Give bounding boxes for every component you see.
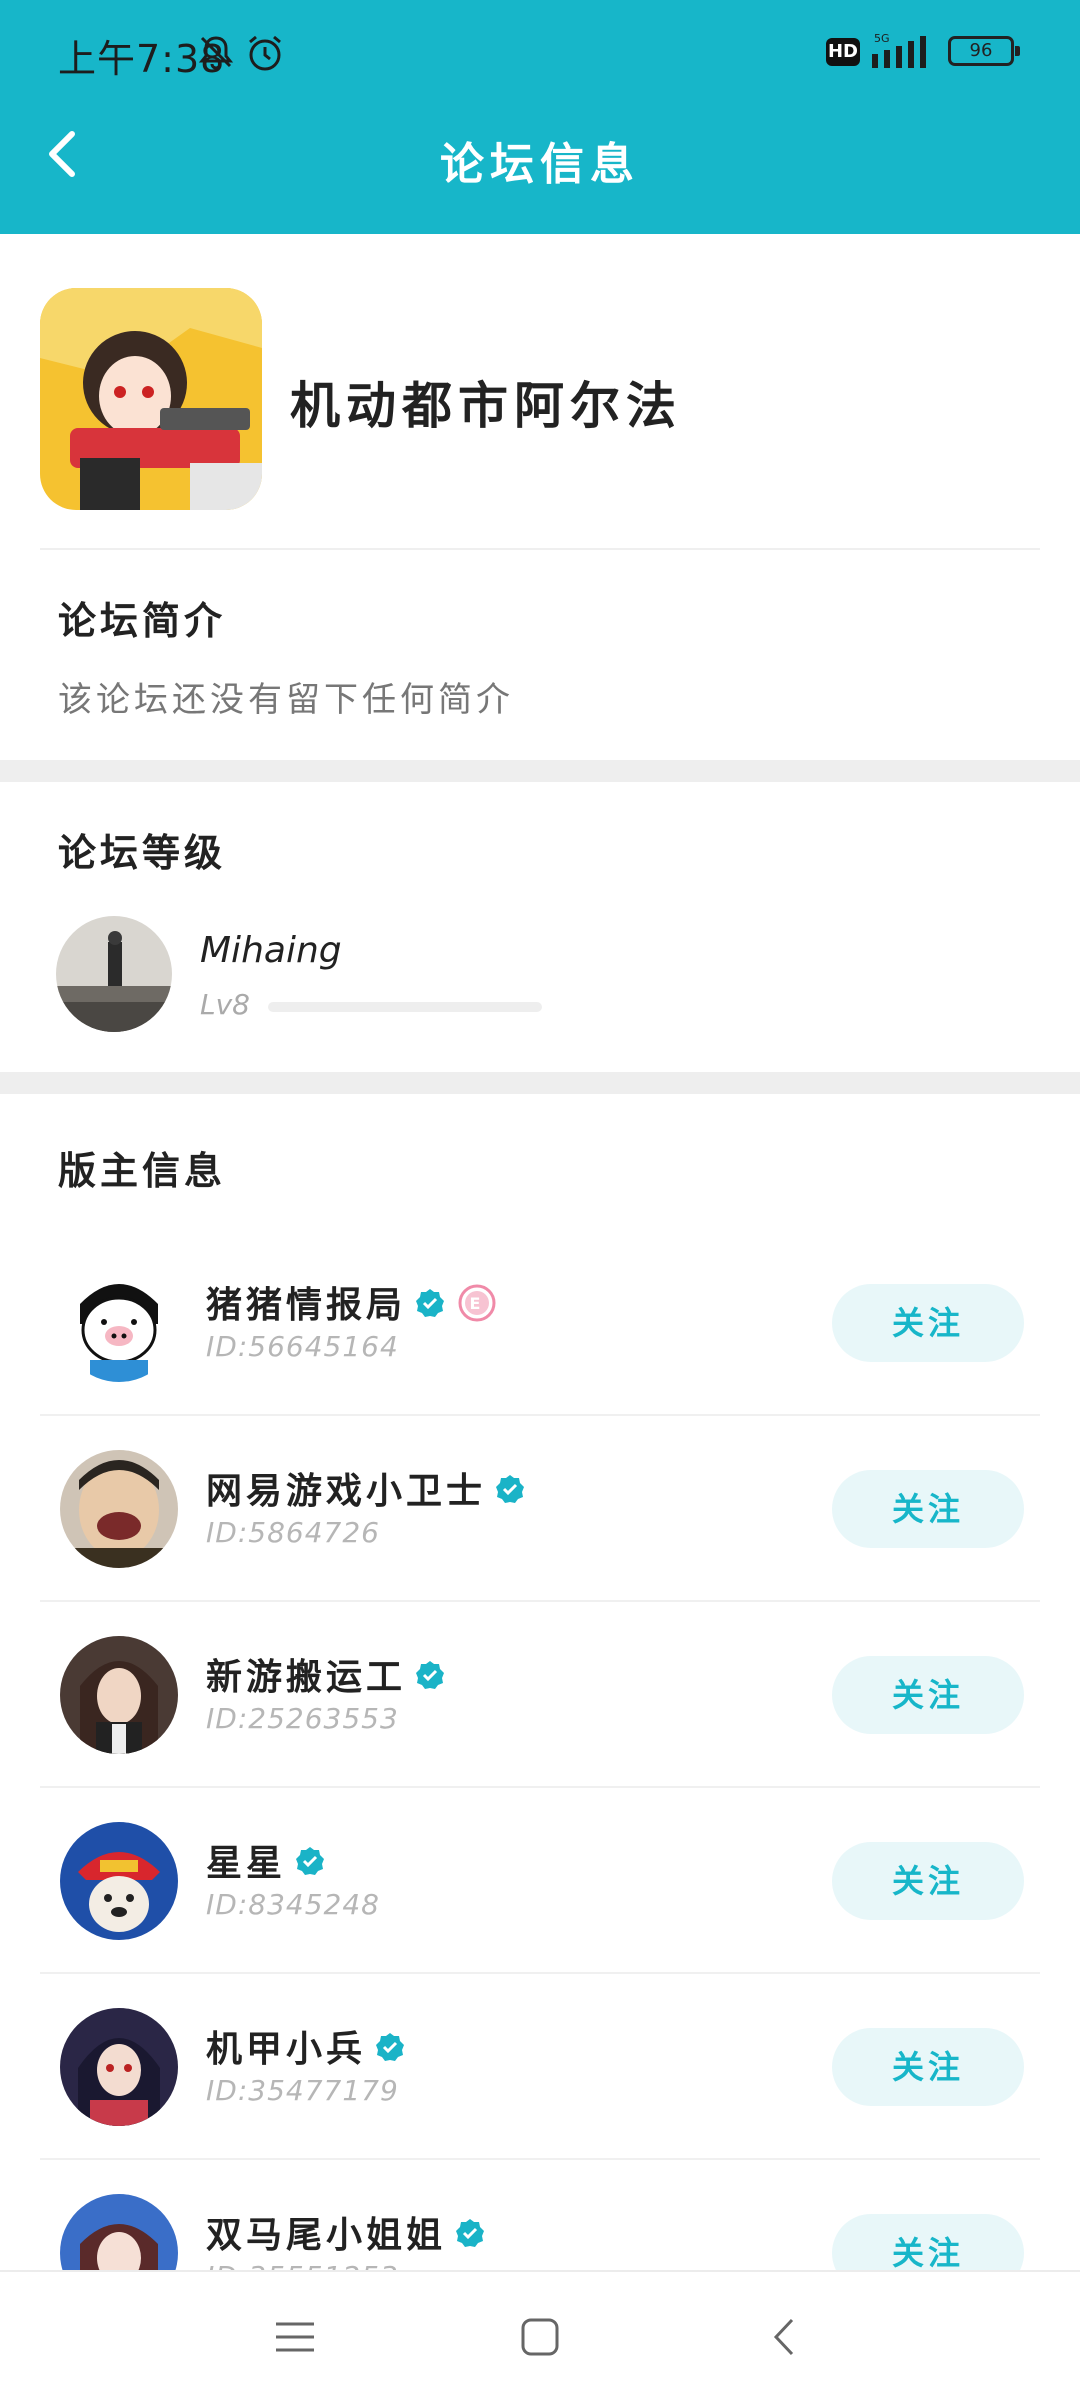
follow-button[interactable]: 关注 [832, 1842, 1024, 1920]
forum-name: 机动都市阿尔法 [290, 377, 682, 435]
list-item[interactable]: 双马尾小姐姐 ID:35551253 关注 [0, 2160, 1080, 2270]
follow-button[interactable]: 关注 [832, 1470, 1024, 1548]
level-label: Lv8 [200, 988, 250, 1021]
moderators-section: 版主信息 猪猪情报局 E ID:56645164 关注 网易游戏小卫士 ID:5… [0, 1094, 1080, 2270]
app-header: 上午7:38 HD 5G 96 论坛信息 [0, 0, 1080, 234]
signal-icon: 5G [872, 32, 926, 68]
section-gap [0, 1072, 1080, 1094]
alarm-icon [249, 35, 281, 71]
home-square-icon[interactable] [515, 2312, 565, 2362]
section-gap [0, 760, 1080, 782]
bell-off-icon [198, 36, 234, 70]
list-item[interactable]: 星星 ID:8345248 关注 [0, 1788, 1080, 1974]
avatar[interactable] [60, 1822, 178, 1940]
page-title: 论坛信息 [440, 139, 640, 190]
avatar[interactable] [60, 1450, 178, 1568]
moderator-name: 网易游戏小卫士 [206, 1462, 526, 1514]
avatar[interactable] [56, 916, 172, 1032]
moderator-name-text: 星星 [206, 1843, 287, 1884]
verified-check-icon [496, 1475, 525, 1503]
moderator-name-text: 猪猪情报局 [206, 1285, 407, 1326]
verified-check-icon [416, 1289, 445, 1317]
forum-summary: 机动都市阿尔法 [0, 234, 1080, 550]
moderator-id: ID:56645164 [206, 1330, 399, 1363]
badge-letter: E [470, 1294, 485, 1313]
menu-icon[interactable] [270, 2312, 320, 2362]
pink-badge-icon: E [458, 1284, 496, 1322]
moderator-id: ID:5864726 [206, 1516, 380, 1549]
follow-button[interactable]: 关注 [832, 2028, 1024, 2106]
avatar[interactable] [60, 1264, 178, 1382]
level-username[interactable]: Mihaing [200, 930, 342, 971]
moderators-title: 版主信息 [58, 1149, 227, 1193]
level-progress-bar [268, 1002, 542, 1012]
list-item[interactable]: 猪猪情报局 E ID:56645164 关注 [0, 1230, 1080, 1416]
intro-title: 论坛简介 [58, 599, 227, 643]
moderator-id: ID:35551253 [206, 2260, 399, 2270]
list-item[interactable]: 机甲小兵 ID:35477179 关注 [0, 1974, 1080, 2160]
level-title: 论坛等级 [58, 831, 227, 875]
moderator-name-text: 双马尾小姐姐 [206, 2215, 447, 2256]
moderator-name: 星星 [206, 1834, 326, 1886]
follow-button[interactable]: 关注 [832, 1284, 1024, 1362]
forum-intro-section: 论坛简介 该论坛还没有留下任何简介 [0, 550, 1080, 760]
verified-check-icon [296, 1847, 325, 1875]
verified-check-icon [416, 1661, 445, 1689]
verified-check-icon [376, 2033, 405, 2061]
list-item[interactable]: 网易游戏小卫士 ID:5864726 关注 [0, 1416, 1080, 1602]
system-nav-bar [0, 2270, 1080, 2402]
list-item[interactable]: 新游搬运工 ID:25263553 关注 [0, 1602, 1080, 1788]
avatar[interactable] [60, 1636, 178, 1754]
verified-check-icon [456, 2219, 485, 2247]
moderator-name: 猪猪情报局 E [206, 1276, 496, 1328]
follow-button[interactable]: 关注 [832, 2214, 1024, 2270]
hd-badge: HD [826, 38, 860, 66]
battery-icon: 96 [948, 36, 1020, 66]
forum-level-section: 论坛等级 Mihaing Lv8 [0, 782, 1080, 1072]
intro-text: 该论坛还没有留下任何简介 [58, 680, 514, 720]
follow-button[interactable]: 关注 [832, 1656, 1024, 1734]
moderator-id: ID:25263553 [206, 1702, 399, 1735]
moderator-name-text: 新游搬运工 [206, 1657, 407, 1698]
battery-level: 96 [969, 40, 993, 61]
back-triangle-icon[interactable] [760, 2312, 810, 2362]
status-bar: 上午7:38 HD 5G 96 [0, 0, 1080, 100]
avatar[interactable] [60, 2194, 178, 2270]
moderator-name: 新游搬运工 [206, 1648, 446, 1700]
network-label: 5G [874, 32, 890, 45]
moderator-name: 双马尾小姐姐 [206, 2206, 486, 2258]
moderator-name: 机甲小兵 [206, 2020, 406, 2072]
forum-icon [40, 288, 262, 510]
moderator-id: ID:35477179 [206, 2074, 399, 2107]
moderator-name-text: 机甲小兵 [206, 2029, 367, 2070]
moderator-name-text: 网易游戏小卫士 [206, 1471, 487, 1512]
avatar[interactable] [60, 2008, 178, 2126]
moderator-id: ID:8345248 [206, 1888, 380, 1921]
